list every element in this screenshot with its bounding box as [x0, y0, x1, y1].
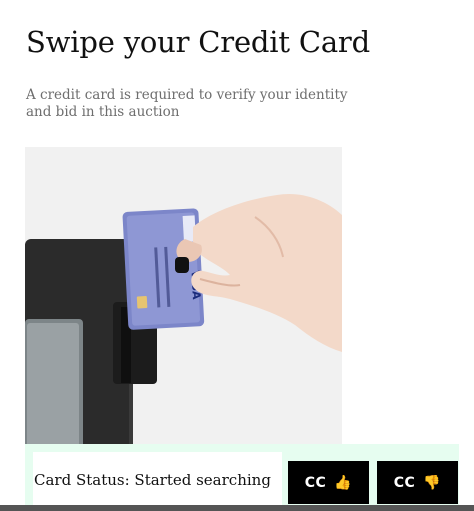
cc-down-label: CC: [393, 474, 416, 491]
cc-thumbs-up-button[interactable]: CC 👍: [288, 461, 369, 504]
card-swipe-illustration: VISA: [25, 147, 342, 452]
card-status-box: Card Status: Started searching: [33, 452, 282, 508]
cc-thumbs-down-button[interactable]: CC 👎: [377, 461, 458, 504]
cc-up-label: CC: [304, 474, 327, 491]
card-status-text: Card Status: Started searching: [34, 471, 271, 489]
page-title: Swipe your Credit Card: [26, 25, 370, 59]
thumbs-up-icon: 👍: [334, 474, 353, 491]
bottom-divider: [0, 505, 474, 511]
thumbs-down-icon: 👎: [423, 474, 442, 491]
page-subtitle: A credit card is required to verify your…: [26, 87, 348, 120]
